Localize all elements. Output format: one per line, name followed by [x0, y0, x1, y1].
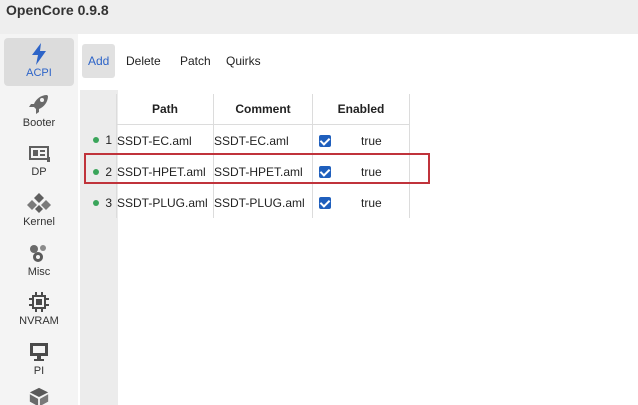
row-number: 3 — [105, 195, 112, 210]
table-row[interactable]: 3 SSDT-PLUG.aml SSDT-PLUG.aml true — [82, 187, 410, 218]
sidebar: ACPI Booter DP Kernel Misc NVRAM PI — [0, 34, 78, 405]
row-number: 1 — [105, 133, 112, 148]
enabled-value: true — [361, 133, 382, 148]
row-header: 1 — [82, 125, 117, 157]
table-row[interactable]: 2 SSDT-HPET.aml SSDT-HPET.aml true — [82, 156, 410, 187]
sidebar-item-label: Misc — [27, 266, 51, 278]
status-dot-icon — [93, 199, 100, 206]
lightning-icon — [32, 43, 46, 65]
sidebar-item-label: DP — [31, 166, 47, 178]
tab-add[interactable]: Add — [82, 44, 116, 78]
table-header-row: Path Comment Enabled — [82, 94, 410, 125]
sidebar-item-partial[interactable] — [28, 386, 50, 405]
sidebar-item-pi[interactable]: PI — [4, 336, 74, 384]
status-dot-icon — [93, 137, 100, 144]
misc-icon — [30, 245, 46, 262]
title-bar: OpenCore 0.9.8 — [0, 0, 638, 34]
box-icon — [29, 387, 49, 405]
table-row[interactable]: 1 SSDT-EC.aml SSDT-EC.aml true — [82, 124, 410, 157]
nvram-chip-icon — [29, 292, 49, 312]
column-header-path[interactable]: Path — [116, 94, 214, 125]
enabled-value: true — [361, 164, 382, 179]
enabled-cell: true — [312, 156, 410, 187]
enabled-checkbox[interactable] — [319, 134, 331, 147]
enabled-cell: true — [312, 187, 410, 218]
row-header-corner — [82, 94, 117, 125]
sidebar-item-misc[interactable]: Misc — [4, 237, 74, 285]
sidebar-item-acpi[interactable]: ACPI — [4, 38, 74, 86]
comment-cell[interactable]: SSDT-HPET.aml — [213, 156, 313, 187]
kernel-icon — [27, 193, 51, 213]
column-header-enabled[interactable]: Enabled — [312, 94, 410, 125]
sidebar-item-label: Kernel — [23, 216, 55, 228]
comment-cell[interactable]: SSDT-EC.aml — [213, 124, 313, 156]
sidebar-item-label: PI — [33, 365, 45, 377]
enabled-cell: true — [312, 124, 410, 156]
enabled-checkbox[interactable] — [319, 165, 331, 178]
acpi-add-table: Path Comment Enabled 1 SSDT-EC.aml SSDT-… — [82, 94, 410, 218]
app-title: OpenCore 0.9.8 — [6, 2, 109, 18]
path-cell[interactable]: SSDT-HPET.aml — [116, 156, 214, 187]
rocket-icon — [29, 95, 48, 114]
sidebar-item-label: NVRAM — [19, 315, 59, 327]
tab-quirks[interactable]: Quirks — [220, 44, 267, 78]
tab-delete[interactable]: Delete — [120, 44, 167, 78]
row-header: 2 — [82, 156, 117, 187]
sidebar-item-dp[interactable]: DP — [4, 137, 74, 185]
row-number: 2 — [105, 164, 112, 179]
sidebar-item-nvram[interactable]: NVRAM — [4, 286, 74, 334]
platform-info-icon — [30, 343, 48, 361]
device-properties-icon — [29, 146, 50, 162]
tab-patch[interactable]: Patch — [174, 44, 217, 78]
path-cell[interactable]: SSDT-EC.aml — [116, 124, 214, 156]
enabled-value: true — [361, 195, 382, 210]
sidebar-item-label: ACPI — [26, 67, 52, 79]
column-header-comment[interactable]: Comment — [213, 94, 313, 125]
row-header: 3 — [82, 187, 117, 218]
path-cell[interactable]: SSDT-PLUG.aml — [116, 187, 214, 218]
enabled-checkbox[interactable] — [319, 196, 331, 209]
sidebar-item-kernel[interactable]: Kernel — [4, 187, 74, 235]
sidebar-item-booter[interactable]: Booter — [4, 88, 74, 136]
sidebar-item-label: Booter — [22, 117, 56, 129]
comment-cell[interactable]: SSDT-PLUG.aml — [213, 187, 313, 218]
status-dot-icon — [93, 168, 100, 175]
